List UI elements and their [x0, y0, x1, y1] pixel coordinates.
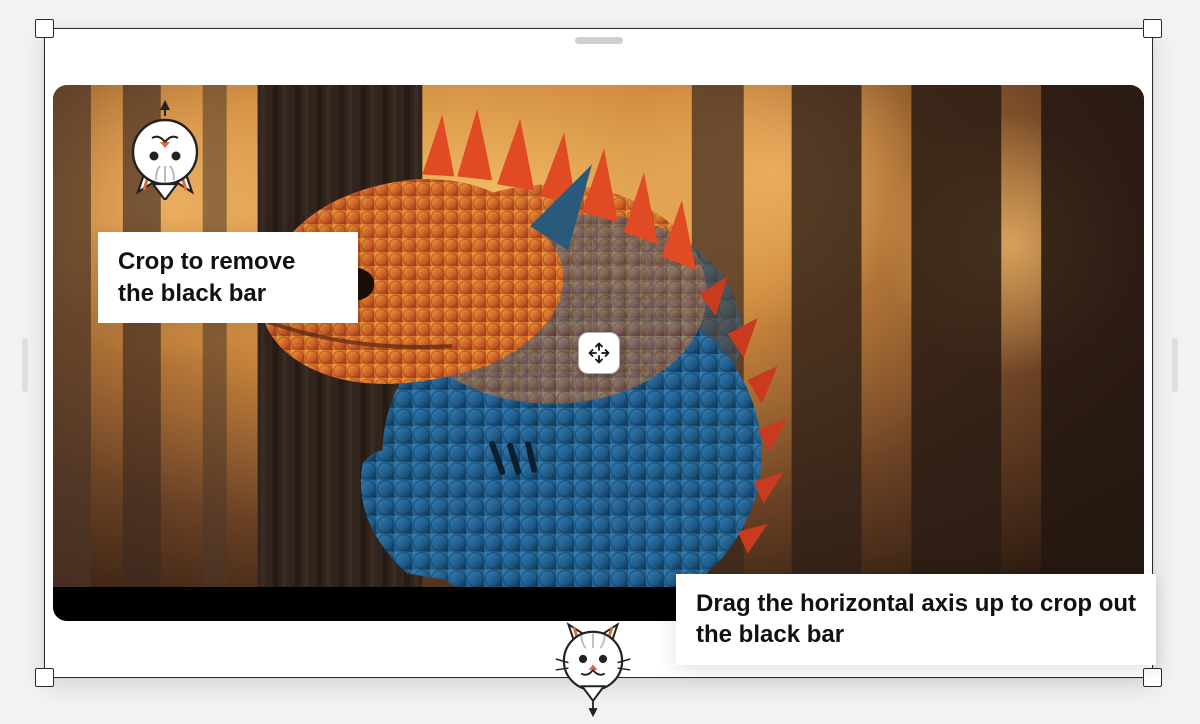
callout-text: Drag the horizontal axis up to crop out … [696, 590, 1136, 649]
move-handle[interactable] [578, 332, 620, 374]
move-icon [587, 341, 611, 365]
callout-lower: Drag the horizontal axis up to crop out … [676, 574, 1156, 665]
canvas-edge-indicator-right [1172, 338, 1178, 392]
callout-upper: Crop to remove the black bar [98, 232, 358, 323]
callout-pointer-down [548, 619, 638, 719]
edge-handle-top[interactable] [575, 37, 623, 44]
corner-handle-top-left[interactable] [35, 19, 54, 38]
callout-pointer-up [120, 100, 210, 200]
corner-handle-bottom-right[interactable] [1143, 668, 1162, 687]
canvas-edge-indicator-left [22, 338, 28, 392]
callout-text: Crop to remove the black bar [118, 248, 295, 307]
corner-handle-bottom-left[interactable] [35, 668, 54, 687]
corner-handle-top-right[interactable] [1143, 19, 1162, 38]
